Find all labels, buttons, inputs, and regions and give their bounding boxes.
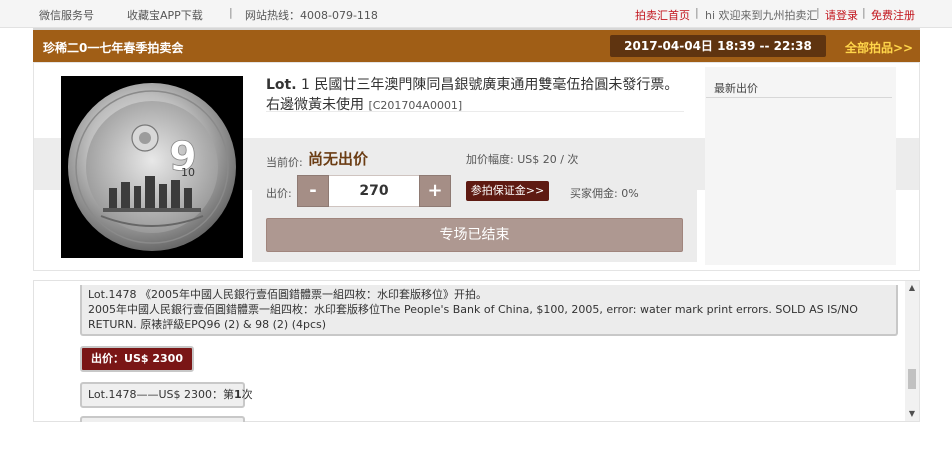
- divider: |: [816, 6, 820, 19]
- current-price-label: 当前价:: [266, 156, 303, 169]
- increase-bid-button[interactable]: +: [419, 175, 451, 207]
- hotline: 网站热线：4008-079-118: [245, 9, 378, 22]
- scroll-thumb[interactable]: [908, 369, 916, 389]
- welcome-text: hi 欢迎来到九州拍卖汇: [705, 9, 818, 22]
- bid-label: 出价:: [266, 187, 292, 200]
- coin-image: 9 10: [61, 76, 243, 258]
- scroll-down-arrow-icon[interactable]: ▼: [905, 407, 919, 421]
- lot-name: 民國廿三年澳門陳同昌銀號廣東通用雙毫伍拾圓未發行票。右邊微黃未使用: [266, 77, 679, 113]
- log-message: Lot.1478 《2005年中國人民銀行壹佰圓錯體票一組四枚：水印套版移位》开…: [80, 285, 898, 336]
- log-entry: [80, 416, 245, 422]
- lot-number: 1: [301, 77, 310, 93]
- current-price-value: 尚无出价: [308, 150, 369, 168]
- auction-time: 2017-04-04日 18:39 -- 22:38: [610, 35, 826, 57]
- commission-text: 买家佣金: 0%: [570, 187, 639, 200]
- bid-amount-badge: 出价：US$ 2300: [80, 346, 194, 372]
- register-link[interactable]: 免费注册: [871, 7, 915, 23]
- log-entry: Lot.1478——US$ 2300：第1次: [80, 382, 253, 408]
- deposit-button[interactable]: 参拍保证金>>: [466, 181, 549, 201]
- latest-bids-divider: [706, 97, 892, 98]
- divider: |: [695, 6, 699, 19]
- app-download-link[interactable]: 收藏宝APP下载: [127, 7, 203, 23]
- divider: |: [229, 6, 233, 19]
- all-lots-link[interactable]: 全部拍品>>: [845, 39, 913, 56]
- lot-title: Lot. 1 民國廿三年澳門陳同昌銀號廣東通用雙毫伍拾圓未發行票。右邊微黃未使用…: [266, 75, 686, 116]
- log-message-text: Lot.1478 《2005年中國人民銀行壹佰圓錯體票一組四枚：水印套版移位》开…: [88, 288, 858, 331]
- log-entry-text: Lot.1478——US$ 2300：第: [88, 388, 234, 401]
- log-entry-count: 1: [234, 388, 242, 401]
- auction-banner: 珍稀二0一七年春季拍卖会 2017-04-04日 18:39 -- 22:38 …: [33, 28, 920, 62]
- login-link[interactable]: 请登录: [825, 7, 858, 23]
- divider: |: [862, 6, 866, 19]
- bid-amount-input[interactable]: 270: [329, 175, 419, 207]
- title-divider: [266, 111, 684, 112]
- home-link[interactable]: 拍卖汇首页: [635, 7, 690, 23]
- log-entry-suffix: 次: [241, 388, 253, 401]
- latest-bids-title: 最新出价: [714, 82, 758, 95]
- top-bar: 微信服务号 收藏宝APP下载 | 网站热线：4008-079-118 拍卖汇首页…: [0, 0, 952, 28]
- auction-title: 珍稀二0一七年春季拍卖会: [43, 41, 184, 55]
- svg-text:10: 10: [181, 166, 195, 179]
- wechat-link[interactable]: 微信服务号: [39, 7, 94, 23]
- session-ended-button[interactable]: 专场已结束: [266, 218, 683, 252]
- scroll-up-arrow-icon[interactable]: ▲: [905, 281, 919, 295]
- log-scrollbar[interactable]: [905, 281, 919, 421]
- lot-image[interactable]: 9 10: [61, 76, 243, 258]
- lot-prefix: Lot.: [266, 77, 297, 93]
- increment-label: 加价幅度: US$ 20 / 次: [466, 153, 579, 166]
- decrease-bid-button[interactable]: -: [297, 175, 329, 207]
